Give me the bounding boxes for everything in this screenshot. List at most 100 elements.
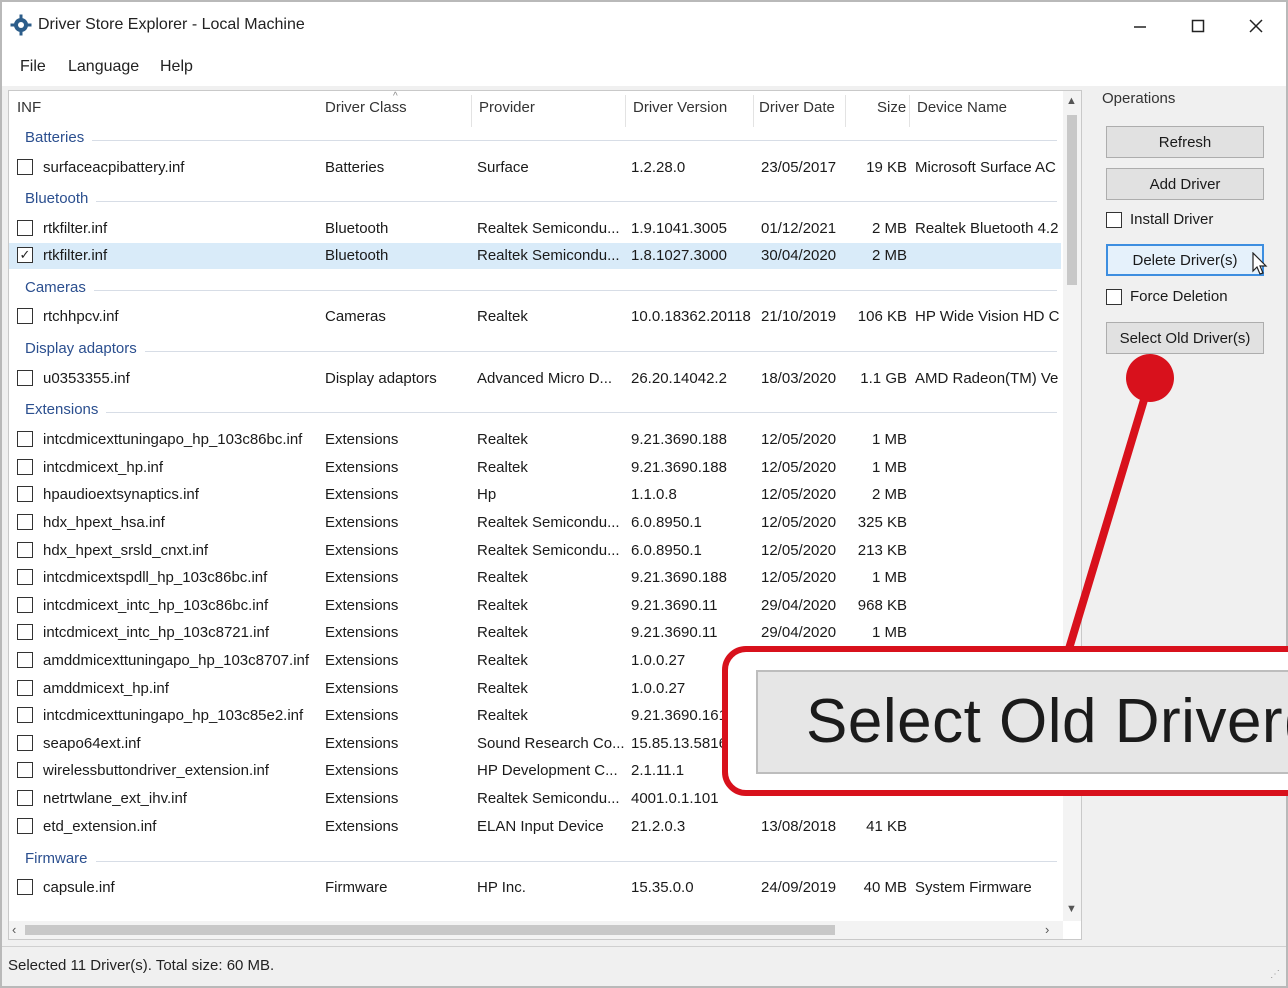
column-header-size[interactable]: Size xyxy=(877,99,906,116)
cell-driver-date: 13/08/2018 xyxy=(761,818,837,835)
table-row[interactable]: intcdmicext_intc_hp_103c8721.inf Extensi… xyxy=(9,620,1061,646)
checkbox-box[interactable] xyxy=(1106,212,1122,228)
table-row[interactable]: etd_extension.inf Extensions ELAN Input … xyxy=(9,814,1061,840)
minimize-button[interactable] xyxy=(1120,8,1160,44)
select-old-drivers-button[interactable]: Select Old Driver(s) xyxy=(1106,322,1264,354)
column-divider[interactable] xyxy=(471,95,472,127)
group-header-batteries[interactable]: Batteries xyxy=(9,127,1061,151)
table-row[interactable]: u0353355.inf Display adaptors Advanced M… xyxy=(9,366,1061,392)
scroll-up-icon[interactable]: ▲ xyxy=(1066,95,1077,107)
cell-driver-date: 18/03/2020 xyxy=(761,370,837,387)
menu-file[interactable]: File xyxy=(20,58,46,76)
scroll-right-icon[interactable]: › xyxy=(1045,922,1049,937)
table-row[interactable]: intcdmicexttuningapo_hp_103c86bc.inf Ext… xyxy=(9,427,1061,453)
cell-device-name: HP Wide Vision HD C xyxy=(915,308,1060,325)
group-header-cameras[interactable]: Cameras xyxy=(9,277,1061,301)
row-checkbox[interactable] xyxy=(17,680,33,696)
column-header-driver-version[interactable]: Driver Version xyxy=(633,99,727,116)
row-checkbox[interactable] xyxy=(17,370,33,386)
group-header-bluetooth[interactable]: Bluetooth xyxy=(9,188,1061,212)
maximize-button[interactable] xyxy=(1178,8,1218,44)
row-checkbox[interactable] xyxy=(17,624,33,640)
row-checkbox[interactable] xyxy=(17,220,33,236)
cell-provider: Realtek Semicondu... xyxy=(477,247,620,264)
row-checkbox[interactable] xyxy=(17,569,33,585)
resize-grip-icon[interactable]: ⋰ xyxy=(1270,969,1280,980)
table-row[interactable]: intcdmicext_intc_hp_103c86bc.inf Extensi… xyxy=(9,593,1061,619)
cell-device-name: Realtek Bluetooth 4.2 xyxy=(915,220,1059,237)
row-checkbox[interactable] xyxy=(17,459,33,475)
column-divider[interactable] xyxy=(753,95,754,127)
row-checkbox[interactable] xyxy=(17,597,33,613)
cell-provider: Realtek xyxy=(477,707,528,724)
table-row[interactable]: intcdmicext_hp.inf Extensions Realtek 9.… xyxy=(9,455,1061,481)
column-header-provider[interactable]: Provider xyxy=(479,99,535,116)
cell-driver-class: Extensions xyxy=(325,790,399,807)
cell-driver-date: 24/09/2019 xyxy=(761,879,837,896)
table-row[interactable]: rtkfilter.inf Bluetooth Realtek Semicond… xyxy=(9,216,1061,242)
menu-help[interactable]: Help xyxy=(160,58,193,76)
row-checkbox[interactable] xyxy=(17,707,33,723)
cell-driver-class: Extensions xyxy=(325,514,399,531)
cell-provider: Advanced Micro D... xyxy=(477,370,613,387)
scrollbar-thumb[interactable] xyxy=(25,925,835,935)
menu-bar: File Language Help xyxy=(2,48,1286,86)
checkbox-label: Force Deletion xyxy=(1130,288,1228,305)
row-checkbox[interactable] xyxy=(17,818,33,834)
table-row[interactable]: intcdmicextspdll_hp_103c86bc.inf Extensi… xyxy=(9,565,1061,591)
column-header-inf[interactable]: INF xyxy=(17,99,41,116)
horizontal-scrollbar[interactable]: ‹ › xyxy=(9,921,1063,939)
table-row[interactable]: rtchhpcv.inf Cameras Realtek 10.0.18362.… xyxy=(9,304,1061,330)
row-checkbox[interactable] xyxy=(17,735,33,751)
column-divider[interactable] xyxy=(625,95,626,127)
table-row-selected[interactable]: ✓ rtkfilter.inf Bluetooth Realtek Semico… xyxy=(9,243,1061,269)
row-checkbox[interactable] xyxy=(17,879,33,895)
cell-device-name: AMD Radeon(TM) Ve xyxy=(915,370,1059,387)
cell-inf: intcdmicexttuningapo_hp_103c85e2.inf xyxy=(43,707,304,724)
group-header-firmware[interactable]: Firmware xyxy=(9,848,1061,872)
scrollbar-thumb[interactable] xyxy=(1067,115,1077,285)
close-button[interactable] xyxy=(1236,8,1276,44)
column-divider[interactable] xyxy=(909,95,910,127)
cell-provider: Realtek xyxy=(477,431,528,448)
row-checkbox[interactable] xyxy=(17,790,33,806)
table-row[interactable]: surfaceacpibattery.inf Batteries Surface… xyxy=(9,155,1061,181)
column-header-driver-date[interactable]: Driver Date xyxy=(759,99,835,116)
row-checkbox-checked[interactable]: ✓ xyxy=(17,247,33,263)
menu-language[interactable]: Language xyxy=(68,58,139,76)
scroll-left-icon[interactable]: ‹ xyxy=(12,922,16,937)
row-checkbox[interactable] xyxy=(17,652,33,668)
row-checkbox[interactable] xyxy=(17,514,33,530)
row-checkbox[interactable] xyxy=(17,308,33,324)
group-header-display-adaptors[interactable]: Display adaptors xyxy=(9,338,1061,362)
refresh-button[interactable]: Refresh xyxy=(1106,126,1264,158)
cell-inf: u0353355.inf xyxy=(43,370,130,387)
table-row[interactable]: hdx_hpext_srsld_cnxt.inf Extensions Real… xyxy=(9,538,1061,564)
add-driver-button[interactable]: Add Driver xyxy=(1106,168,1264,200)
column-header-driver-class[interactable]: Driver Class xyxy=(325,99,407,116)
column-header-device-name[interactable]: Device Name xyxy=(917,99,1007,116)
table-row[interactable]: capsule.inf Firmware HP Inc. 15.35.0.0 2… xyxy=(9,875,1061,901)
table-row[interactable]: hdx_hpext_hsa.inf Extensions Realtek Sem… xyxy=(9,510,1061,536)
group-header-extensions[interactable]: Extensions xyxy=(9,399,1061,423)
row-checkbox[interactable] xyxy=(17,431,33,447)
minimize-icon xyxy=(1134,26,1146,28)
cell-inf: intcdmicext_hp.inf xyxy=(43,459,164,476)
row-checkbox[interactable] xyxy=(17,762,33,778)
maximize-icon xyxy=(1191,19,1205,33)
table-row[interactable]: hpaudioextsynaptics.inf Extensions Hp 1.… xyxy=(9,482,1061,508)
row-checkbox[interactable] xyxy=(17,159,33,175)
row-checkbox[interactable] xyxy=(17,542,33,558)
cell-driver-class: Extensions xyxy=(325,569,399,586)
cell-size: 2 MB xyxy=(871,247,907,264)
cell-driver-date: 12/05/2020 xyxy=(761,459,837,476)
cell-driver-class: Extensions xyxy=(325,624,399,641)
vertical-scrollbar[interactable]: ▲ ▼ xyxy=(1063,91,1081,921)
checkbox-box[interactable] xyxy=(1106,289,1122,305)
delete-drivers-button[interactable]: Delete Driver(s) xyxy=(1106,244,1264,276)
title-bar: Driver Store Explorer - Local Machine xyxy=(2,2,1286,48)
column-divider[interactable] xyxy=(845,95,846,127)
row-checkbox[interactable] xyxy=(17,486,33,502)
cell-driver-date: 12/05/2020 xyxy=(761,514,837,531)
scroll-down-icon[interactable]: ▼ xyxy=(1066,903,1077,915)
